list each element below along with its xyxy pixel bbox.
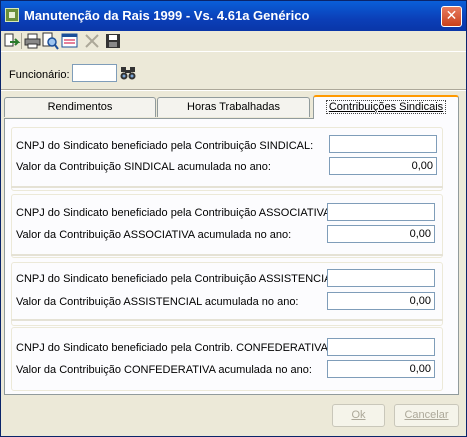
- valor-assistencial-label: Valor da Contribuição ASSISTENCIAL acumu…: [16, 296, 299, 308]
- cancel-button[interactable]: Cancelar: [394, 404, 459, 427]
- tab-horas-trabalhadas[interactable]: Horas Trabalhadas: [157, 97, 310, 117]
- ok-button[interactable]: Ok: [332, 404, 385, 427]
- tab-contribuicoes-sindicais[interactable]: Contribuições Sindicais: [313, 95, 459, 119]
- valor-associativa-input[interactable]: 0,00: [327, 225, 435, 243]
- cnpj-confederativa-input[interactable]: [327, 338, 435, 356]
- cnpj-associativa-label: CNPJ do Sindicato beneficiado pela Contr…: [16, 207, 334, 219]
- toolbar-divider: [1, 51, 466, 52]
- window-title: Manutenção da Rais 1999 - Vs. 4.61a Gené…: [24, 8, 310, 23]
- group-confederativa: [11, 327, 443, 391]
- import-icon[interactable]: [3, 32, 21, 50]
- funcionario-label: Funcionário:: [9, 69, 70, 81]
- close-button[interactable]: ✕: [441, 6, 462, 27]
- valor-confederativa-label: Valor da Contribuição CONFEDERATIVA acum…: [16, 364, 312, 376]
- title-bar[interactable]: Manutenção da Rais 1999 - Vs. 4.61a Gené…: [1, 1, 466, 31]
- tab-label: Contribuições Sindicais: [325, 100, 447, 114]
- valor-confederativa-input[interactable]: 0,00: [327, 360, 435, 378]
- cnpj-assistencial-label: CNPJ do Sindicato beneficiado pela Contr…: [16, 273, 341, 285]
- binoculars-icon[interactable]: [120, 66, 136, 83]
- preview-icon[interactable]: [41, 32, 59, 50]
- group-divider: [11, 254, 443, 256]
- toolbar-separator: [21, 33, 22, 49]
- cnpj-sindical-input[interactable]: [329, 135, 437, 153]
- tab-label: Horas Trabalhadas: [187, 101, 280, 113]
- list-icon[interactable]: [61, 32, 79, 50]
- delete-icon[interactable]: [83, 32, 101, 50]
- cnpj-sindical-label: CNPJ do Sindicato beneficiado pela Contr…: [16, 140, 314, 152]
- tab-label: Rendimentos: [47, 101, 113, 113]
- separator-line: [1, 89, 466, 91]
- toolbar: [1, 31, 466, 51]
- valor-sindical-input[interactable]: 0,00: [329, 157, 437, 175]
- save-icon[interactable]: [104, 32, 122, 50]
- cnpj-confederativa-label: CNPJ do Sindicato beneficiado pela Contr…: [16, 342, 332, 354]
- tab-panel: CNPJ do Sindicato beneficiado pela Contr…: [4, 118, 459, 395]
- group-divider: [11, 186, 443, 188]
- app-icon: [5, 8, 19, 22]
- group-divider: [11, 319, 443, 321]
- print-icon[interactable]: [24, 32, 42, 50]
- cnpj-associativa-input[interactable]: [327, 203, 435, 221]
- tab-rendimentos[interactable]: Rendimentos: [4, 97, 156, 117]
- ok-label: Ok: [351, 409, 366, 421]
- cnpj-assistencial-input[interactable]: [327, 269, 435, 287]
- valor-associativa-label: Valor da Contribuição ASSOCIATIVA acumul…: [16, 229, 292, 241]
- funcionario-input[interactable]: [72, 64, 117, 82]
- valor-sindical-label: Valor da Contribuição SINDICAL acumulada…: [16, 161, 271, 173]
- cancel-label: Cancelar: [404, 409, 449, 421]
- main-window: Manutenção da Rais 1999 - Vs. 4.61a Gené…: [0, 0, 467, 437]
- valor-assistencial-input[interactable]: 0,00: [327, 292, 435, 310]
